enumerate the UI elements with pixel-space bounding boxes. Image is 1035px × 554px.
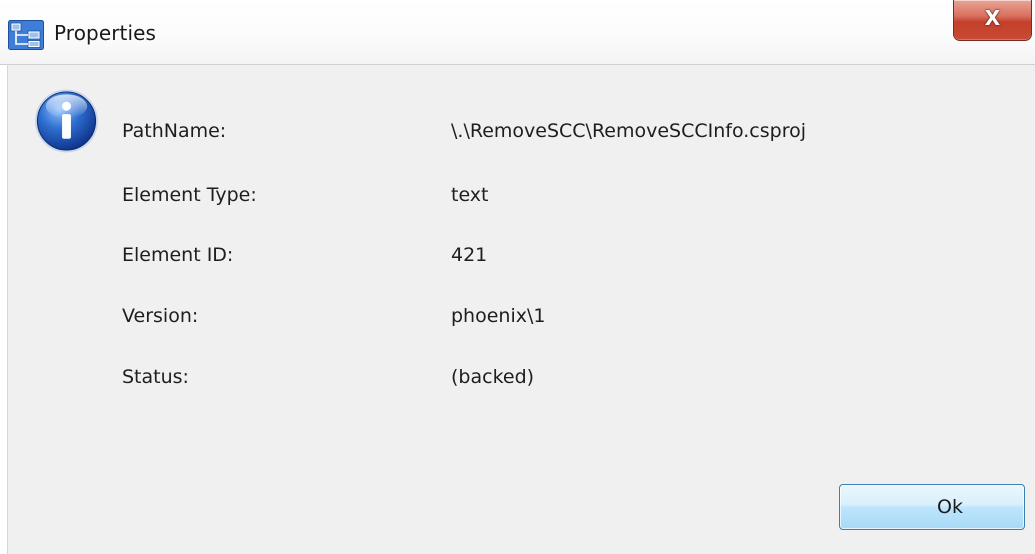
close-icon: X: [984, 6, 1001, 30]
version-value: phoenix\1: [451, 305, 546, 327]
window-title: Properties: [54, 21, 157, 45]
close-button[interactable]: X: [953, 0, 1032, 41]
element-type-label: Element Type:: [122, 184, 257, 206]
pathname-value: \.\RemoveSCC\RemoveSCCInfo.csproj: [451, 120, 807, 142]
info-icon: [34, 89, 99, 153]
element-type-value: text: [451, 184, 489, 206]
title-bar[interactable]: Properties X: [0, 0, 1035, 64]
network-tree-icon: [8, 20, 44, 50]
version-label: Version:: [122, 305, 199, 327]
properties-dialog: Properties X PathName: \.\RemoveSCC\Remo…: [0, 0, 1035, 554]
ok-button-label: Ok: [937, 496, 963, 518]
status-value: (backed): [451, 366, 535, 388]
pathname-label: PathName:: [122, 120, 227, 142]
ok-button[interactable]: Ok: [839, 484, 1025, 530]
element-id-label: Element ID:: [122, 244, 234, 266]
element-id-value: 421: [451, 244, 488, 266]
status-label: Status:: [122, 366, 189, 388]
